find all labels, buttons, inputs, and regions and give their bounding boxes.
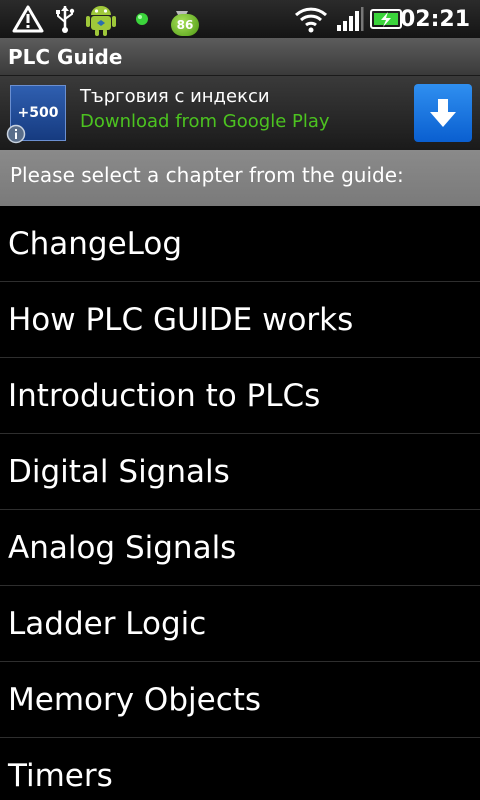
notification-dot-icon [134, 0, 150, 38]
notification-badge: 86 [171, 14, 199, 36]
chapter-prompt-bar: Please select a chapter from the guide: [0, 150, 480, 206]
list-item[interactable]: Memory Objects [0, 662, 480, 738]
ad-download-button[interactable] [414, 84, 472, 142]
status-bar: 86 02:21 [0, 0, 480, 38]
usb-icon [54, 0, 76, 38]
list-item[interactable]: Timers [0, 738, 480, 800]
list-item[interactable]: Introduction to PLCs [0, 358, 480, 434]
chapter-prompt: Please select a chapter from the guide: [10, 163, 404, 187]
app-title: PLC Guide [8, 45, 123, 69]
ad-info-icon[interactable] [6, 124, 26, 144]
list-item[interactable]: Analog Signals [0, 510, 480, 586]
wifi-icon [294, 0, 328, 38]
android-robot-icon [84, 0, 118, 38]
download-arrow-icon [430, 99, 456, 127]
ad-subtitle[interactable]: Download from Google Play [80, 111, 330, 132]
ad-title[interactable]: Търговия с индекси [80, 86, 270, 107]
list-item[interactable]: Ladder Logic [0, 586, 480, 662]
signal-icon [336, 0, 364, 38]
list-item[interactable]: How PLC GUIDE works [0, 282, 480, 358]
list-item[interactable]: Digital Signals [0, 434, 480, 510]
status-time: 02:21 [399, 6, 470, 32]
list-item[interactable]: ChangeLog [0, 206, 480, 282]
chapter-list[interactable]: ChangeLog How PLC GUIDE works Introducti… [0, 206, 480, 800]
warning-icon [12, 0, 44, 38]
title-bar: PLC Guide [0, 38, 480, 76]
ad-banner[interactable]: +500 Търговия с индекси Download from Go… [0, 76, 480, 150]
